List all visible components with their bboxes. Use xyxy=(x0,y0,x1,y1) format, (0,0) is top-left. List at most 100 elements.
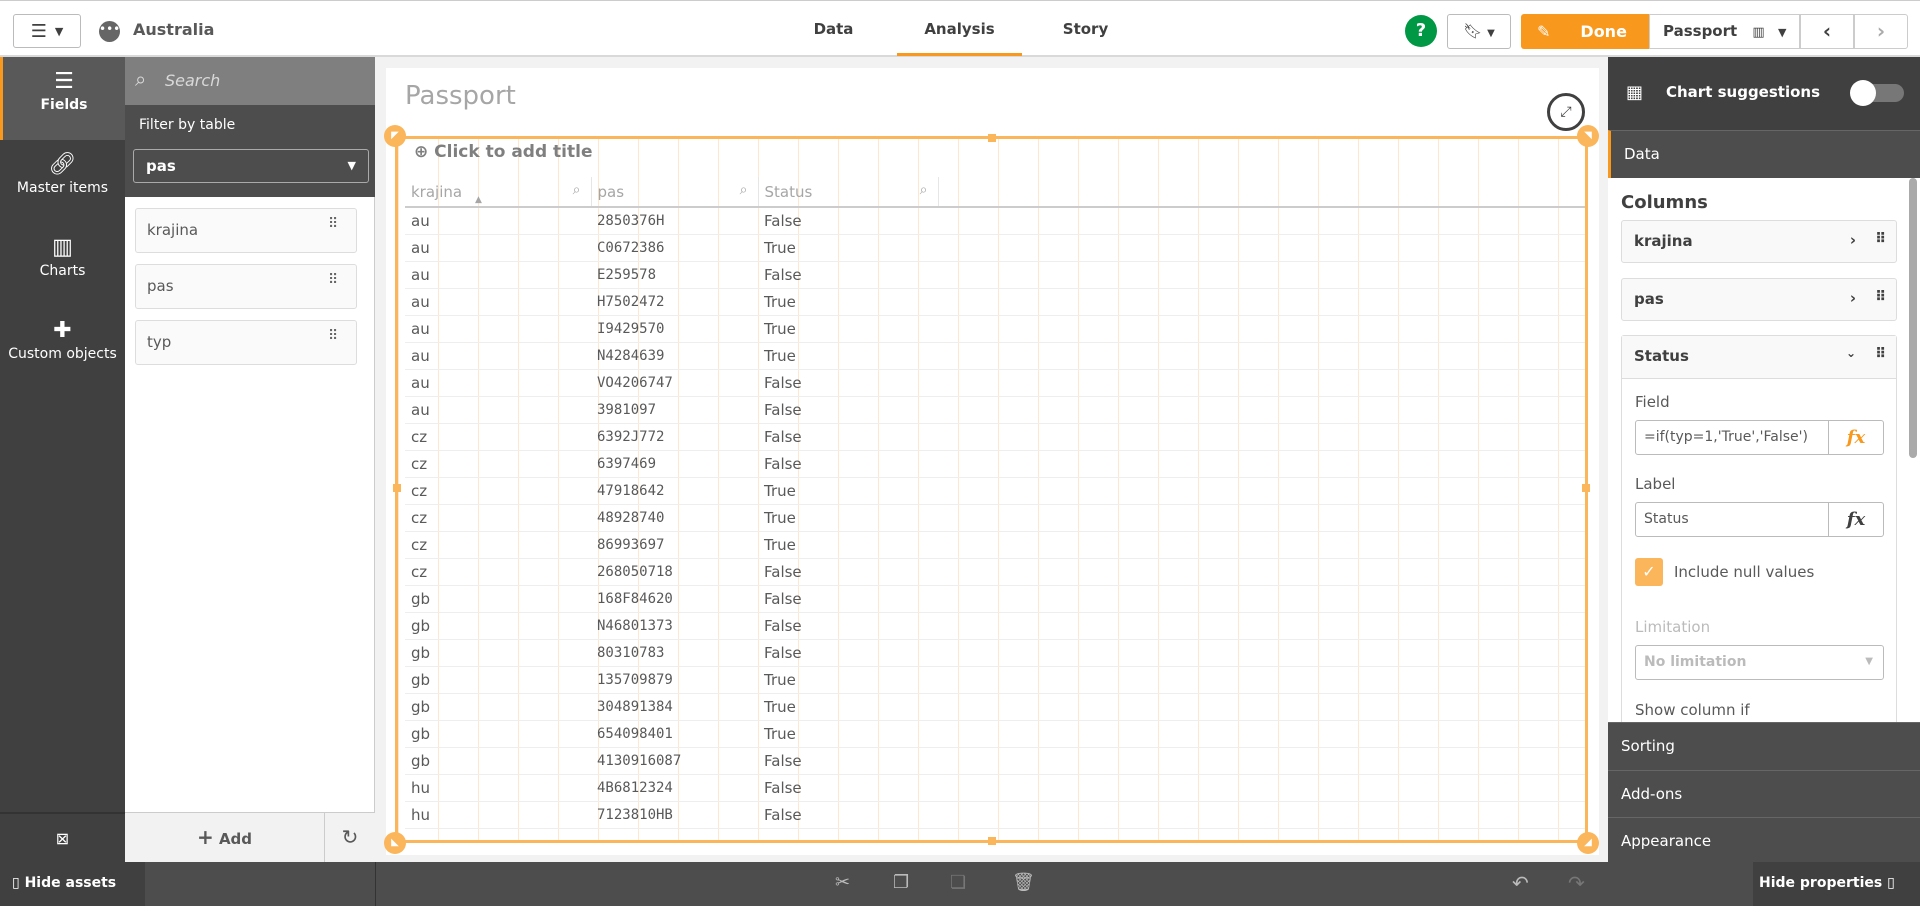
chart-suggestions-toggle[interactable] xyxy=(1850,80,1904,106)
table-cell[interactable]: 304891384 xyxy=(591,693,758,721)
table-row[interactable]: cz 6392J772 False xyxy=(405,423,1585,451)
table-cell[interactable]: E259578 xyxy=(591,261,758,289)
table-cell[interactable]: True xyxy=(758,234,938,262)
table-cell[interactable]: True xyxy=(758,477,938,505)
resize-handle-right[interactable] xyxy=(1582,484,1590,492)
table-cell[interactable]: 80310783 xyxy=(591,639,758,667)
tab-analysis[interactable]: Analysis xyxy=(897,1,1022,56)
table-cell[interactable]: 47918642 xyxy=(591,477,758,505)
scrollbar[interactable] xyxy=(1909,178,1917,458)
column-item-pas[interactable]: pas › ⠿ xyxy=(1621,278,1897,321)
table-cell[interactable]: 268050718 xyxy=(591,558,758,586)
table-cell[interactable]: False xyxy=(758,774,938,802)
table-cell[interactable]: True xyxy=(758,720,938,748)
section-appearance[interactable]: Appearance xyxy=(1608,817,1920,862)
rail-item-master-items[interactable]: 🔗︎ Master items xyxy=(0,140,125,223)
global-menu-button[interactable]: ☰ ▼ xyxy=(13,14,81,48)
table-cell[interactable]: False xyxy=(758,261,938,289)
delete-icon[interactable]: 🗑︎ xyxy=(1012,872,1035,893)
table-row[interactable]: gb 654098401 True xyxy=(405,720,1585,748)
rail-item-fields[interactable]: ☰ Fields xyxy=(0,57,125,140)
table-row[interactable]: hu 4B6812324 False xyxy=(405,774,1585,802)
table-cell[interactable]: 168F84620 xyxy=(591,585,758,613)
expression-editor-button[interactable]: fx xyxy=(1828,421,1883,454)
add-field-button[interactable]: + Add xyxy=(125,813,325,862)
table-cell[interactable]: cz xyxy=(405,423,591,451)
table-cell[interactable]: 7123810HB xyxy=(591,801,758,829)
table-cell[interactable]: 6397469 xyxy=(591,450,758,478)
table-row[interactable]: au N4284639 True xyxy=(405,342,1585,370)
table-cell[interactable]: False xyxy=(758,207,938,235)
table-cell[interactable]: gb xyxy=(405,747,591,775)
table-row[interactable]: au C0672386 True xyxy=(405,234,1585,262)
table-cell[interactable]: 3981097 xyxy=(591,396,758,424)
table-cell[interactable]: 135709879 xyxy=(591,666,758,694)
expand-icon[interactable]: ⤢ xyxy=(1547,93,1585,131)
table-cell[interactable]: 4130916087 xyxy=(591,747,758,775)
table-cell[interactable]: I9429570 xyxy=(591,315,758,343)
table-row[interactable]: au 3981097 False xyxy=(405,396,1585,424)
next-sheet-button[interactable]: › xyxy=(1854,14,1908,49)
table-cell[interactable]: au xyxy=(405,207,591,235)
table-cell[interactable]: cz xyxy=(405,504,591,532)
search-icon[interactable]: ⌕ xyxy=(920,182,928,198)
table-cell[interactable]: au xyxy=(405,342,591,370)
table-cell[interactable]: False xyxy=(758,450,938,478)
table-row[interactable]: gb 304891384 True xyxy=(405,693,1585,721)
table-cell[interactable]: hu xyxy=(405,801,591,829)
resize-handle-bottom[interactable] xyxy=(988,837,996,845)
paste-icon[interactable]: ❏ xyxy=(950,872,966,893)
resize-handle-left[interactable] xyxy=(393,484,401,492)
copy-icon[interactable]: ❐ xyxy=(893,872,909,893)
resize-handle-top-right[interactable]: ◥ xyxy=(1577,125,1599,147)
add-title-button[interactable]: ⊕ Click to add title xyxy=(414,142,593,162)
table-object[interactable]: ⊕ Click to add title krajina ▲ ⌕ pas ⌕ Stat… xyxy=(384,125,1599,854)
label-input[interactable]: Status fx xyxy=(1635,502,1884,537)
variables-icon[interactable]: ⊠ xyxy=(0,812,125,862)
done-editing-button[interactable]: ✎ Done xyxy=(1521,14,1649,49)
table-cell[interactable]: False xyxy=(758,639,938,667)
table-cell[interactable]: 48928740 xyxy=(591,504,758,532)
table-cell[interactable]: 6392J772 xyxy=(591,423,758,451)
table-row[interactable]: au I9429570 True xyxy=(405,315,1585,343)
table-row[interactable]: hu 7123810HB False xyxy=(405,801,1585,829)
cut-icon[interactable]: ✂ xyxy=(835,872,850,893)
table-cell[interactable]: False xyxy=(758,612,938,640)
table-cell[interactable]: au xyxy=(405,288,591,316)
table-cell[interactable]: gb xyxy=(405,693,591,721)
sheet-selector[interactable]: Passport ▥ ▼ xyxy=(1649,14,1800,49)
table-cell[interactable]: True xyxy=(758,504,938,532)
table-cell[interactable]: gb xyxy=(405,612,591,640)
table-cell[interactable]: False xyxy=(758,423,938,451)
expression-editor-button[interactable]: fx xyxy=(1828,503,1883,536)
column-header-status[interactable]: Status ⌕ xyxy=(758,177,939,208)
help-button[interactable]: ? xyxy=(1405,15,1437,47)
table-cell[interactable]: N46801373 xyxy=(591,612,758,640)
table-cell[interactable]: True xyxy=(758,693,938,721)
table-cell[interactable]: True xyxy=(758,342,938,370)
table-cell[interactable]: False xyxy=(758,747,938,775)
table-row[interactable]: au H7502472 True xyxy=(405,288,1585,316)
table-cell[interactable]: 2850376H xyxy=(591,207,758,235)
tab-data[interactable]: Data xyxy=(771,1,896,56)
table-row[interactable]: au E259578 False xyxy=(405,261,1585,289)
table-cell[interactable]: False xyxy=(758,585,938,613)
section-add-ons[interactable]: Add-ons xyxy=(1608,770,1920,817)
table-cell[interactable]: gb xyxy=(405,639,591,667)
bookmarks-button[interactable]: 🔖︎ ▼ xyxy=(1447,14,1511,49)
table-cell[interactable]: False xyxy=(758,801,938,829)
section-sorting[interactable]: Sorting xyxy=(1608,722,1920,770)
table-cell[interactable]: 4B6812324 xyxy=(591,774,758,802)
table-cell[interactable]: False xyxy=(758,558,938,586)
table-cell[interactable]: 654098401 xyxy=(591,720,758,748)
search-icon[interactable]: ⌕ xyxy=(740,182,748,198)
table-cell[interactable]: C0672386 xyxy=(591,234,758,262)
table-cell[interactable]: au xyxy=(405,234,591,262)
table-cell[interactable]: N4284639 xyxy=(591,342,758,370)
table-row[interactable]: cz 47918642 True xyxy=(405,477,1585,505)
table-cell[interactable]: hu xyxy=(405,774,591,802)
table-cell[interactable]: gb xyxy=(405,720,591,748)
table-cell[interactable]: cz xyxy=(405,531,591,559)
table-cell[interactable]: cz xyxy=(405,450,591,478)
table-cell[interactable]: True xyxy=(758,288,938,316)
